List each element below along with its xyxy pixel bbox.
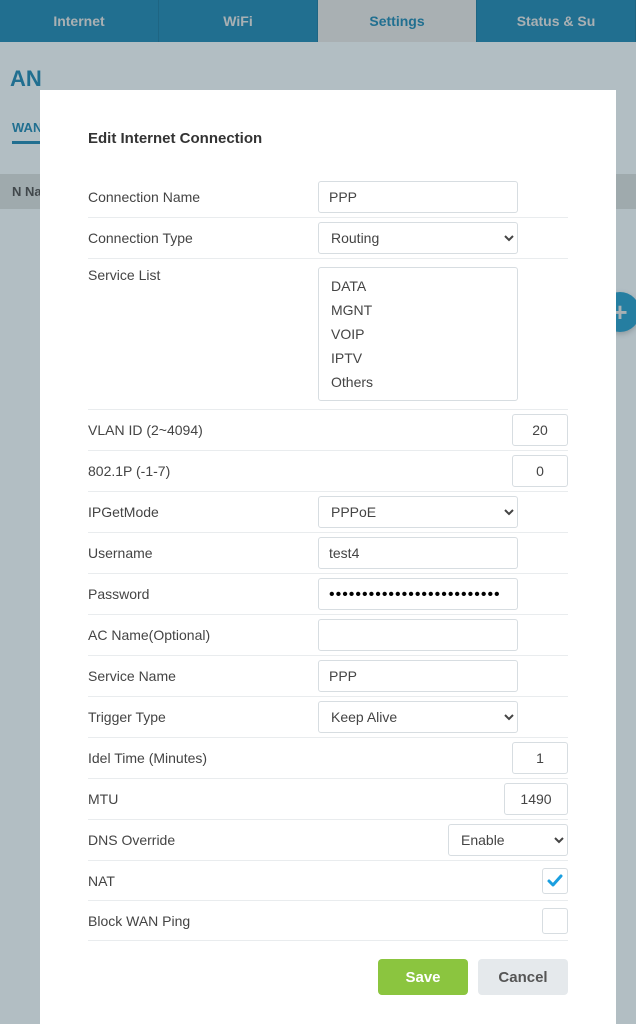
- service-list-option[interactable]: MGNT: [319, 298, 517, 322]
- nat-checkbox[interactable]: [542, 868, 568, 894]
- label-idle-time: Idel Time (Minutes): [88, 750, 318, 766]
- label-8021p: 802.1P (-1-7): [88, 463, 318, 479]
- label-mtu: MTU: [88, 791, 318, 807]
- label-nat: NAT: [88, 873, 318, 889]
- block-wan-ping-checkbox[interactable]: [542, 908, 568, 934]
- row-ipgetmode: IPGetMode PPPoE: [88, 492, 568, 533]
- service-list-option[interactable]: Others: [319, 370, 517, 394]
- row-service-name: Service Name: [88, 656, 568, 697]
- label-service-list: Service List: [88, 267, 318, 283]
- p8021-input[interactable]: [512, 455, 568, 487]
- row-block-wan-ping: Block WAN Ping: [88, 901, 568, 941]
- connection-type-select[interactable]: Routing: [318, 222, 518, 254]
- password-input[interactable]: ••••••••••••••••••••••••••: [318, 578, 518, 610]
- row-8021p: 802.1P (-1-7): [88, 451, 568, 492]
- label-trigger-type: Trigger Type: [88, 709, 318, 725]
- label-block-wan-ping: Block WAN Ping: [88, 913, 318, 929]
- modal-title: Edit Internet Connection: [88, 130, 568, 147]
- service-name-input[interactable]: [318, 660, 518, 692]
- row-connection-name: Connection Name: [88, 177, 568, 218]
- row-connection-type: Connection Type Routing: [88, 218, 568, 259]
- vlan-id-input[interactable]: [512, 414, 568, 446]
- trigger-type-select[interactable]: Keep Alive: [318, 701, 518, 733]
- row-mtu: MTU: [88, 779, 568, 820]
- row-dns-override: DNS Override Enable: [88, 820, 568, 861]
- label-password: Password: [88, 586, 318, 602]
- service-list-option[interactable]: VOIP: [319, 322, 517, 346]
- label-connection-type: Connection Type: [88, 230, 318, 246]
- row-vlan-id: VLAN ID (2~4094): [88, 410, 568, 451]
- row-service-list: Service List DATA MGNT VOIP IPTV Others: [88, 259, 568, 410]
- edit-connection-modal: Edit Internet Connection Connection Name…: [40, 90, 616, 1024]
- mtu-input[interactable]: [504, 783, 568, 815]
- connection-name-input[interactable]: [318, 181, 518, 213]
- save-button[interactable]: Save: [378, 959, 468, 995]
- dns-override-select[interactable]: Enable: [448, 824, 568, 856]
- row-nat: NAT: [88, 861, 568, 901]
- ac-name-input[interactable]: [318, 619, 518, 651]
- modal-actions: Save Cancel: [88, 959, 568, 995]
- label-username: Username: [88, 545, 318, 561]
- service-list-box[interactable]: DATA MGNT VOIP IPTV Others: [318, 267, 518, 401]
- username-input[interactable]: [318, 537, 518, 569]
- row-password: Password ••••••••••••••••••••••••••: [88, 574, 568, 615]
- row-idle-time: Idel Time (Minutes): [88, 738, 568, 779]
- cancel-button[interactable]: Cancel: [478, 959, 568, 995]
- label-service-name: Service Name: [88, 668, 318, 684]
- label-ac-name: AC Name(Optional): [88, 627, 318, 643]
- label-vlan-id: VLAN ID (2~4094): [88, 422, 318, 438]
- row-username: Username: [88, 533, 568, 574]
- label-ipgetmode: IPGetMode: [88, 504, 318, 520]
- service-list-option[interactable]: IPTV: [319, 346, 517, 370]
- service-list-option[interactable]: DATA: [319, 274, 517, 298]
- row-ac-name: AC Name(Optional): [88, 615, 568, 656]
- idle-time-input[interactable]: [512, 742, 568, 774]
- ipgetmode-select[interactable]: PPPoE: [318, 496, 518, 528]
- row-trigger-type: Trigger Type Keep Alive: [88, 697, 568, 738]
- label-connection-name: Connection Name: [88, 189, 318, 205]
- check-icon: [546, 872, 564, 890]
- label-dns-override: DNS Override: [88, 832, 318, 848]
